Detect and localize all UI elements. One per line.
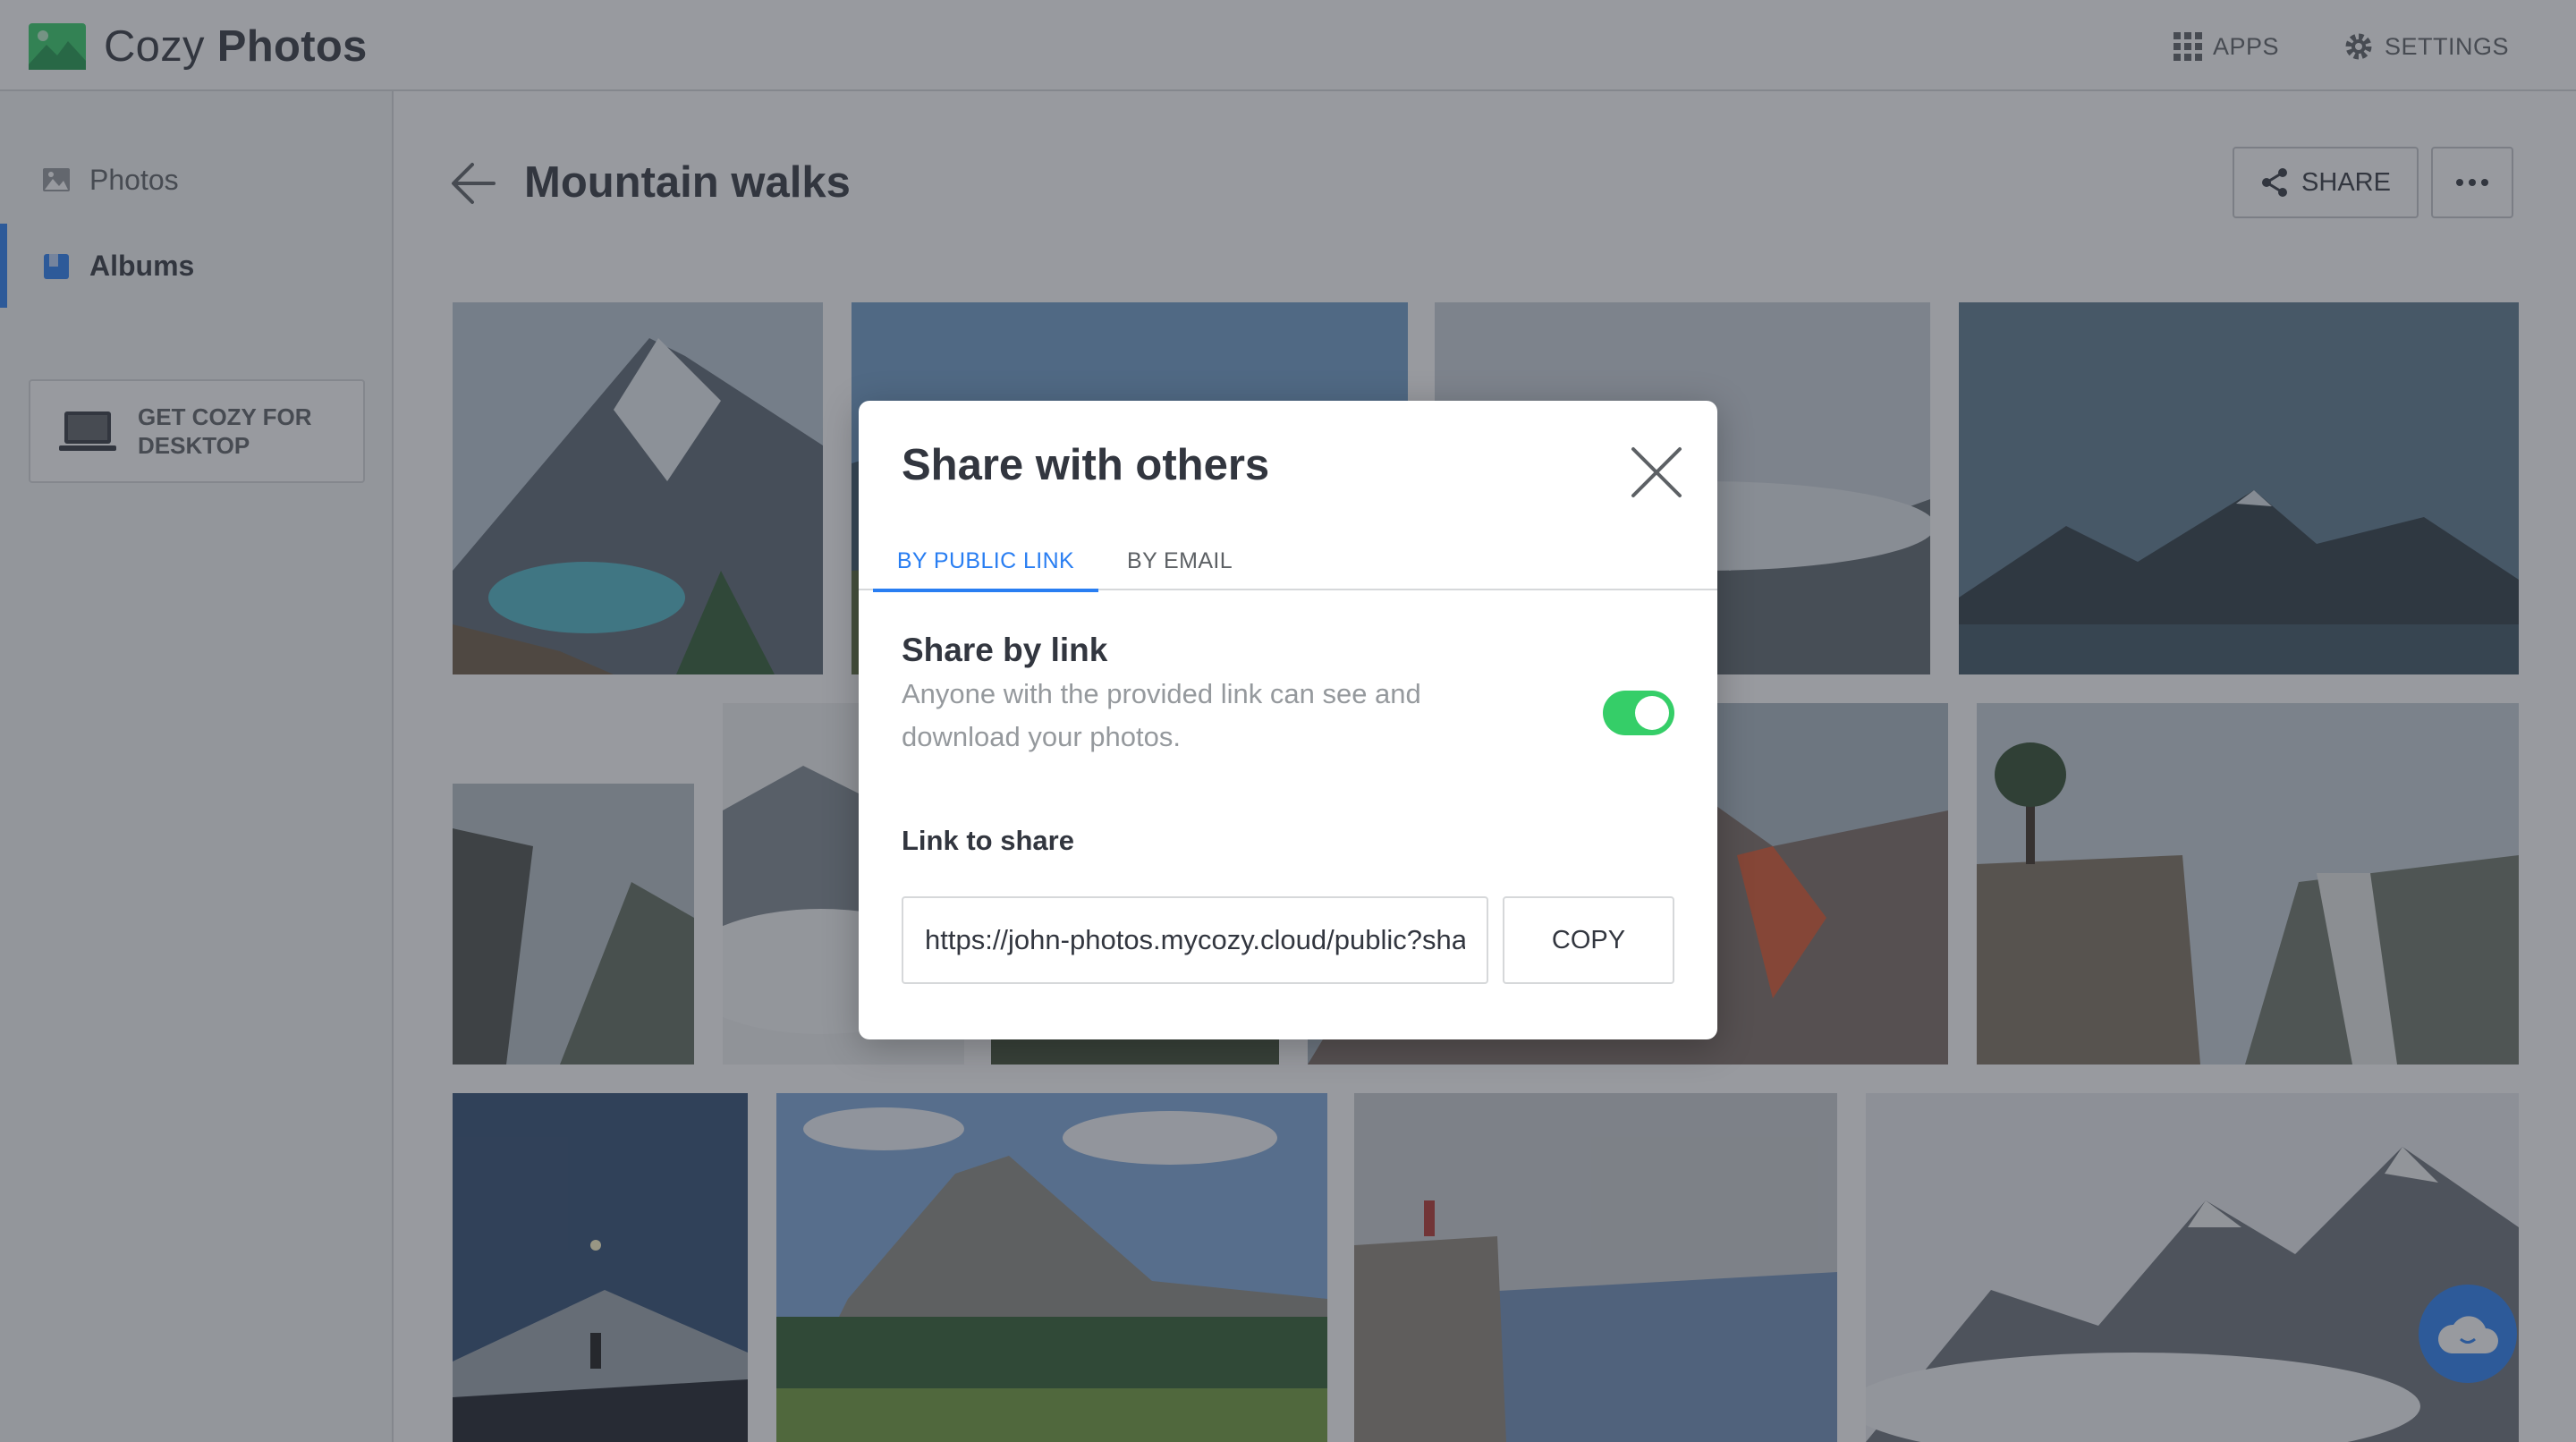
- modal-title: Share with others: [902, 441, 1270, 489]
- share-tabs: BY PUBLIC LINK BY EMAIL: [859, 531, 1717, 592]
- tab-public-link[interactable]: BY PUBLIC LINK: [873, 531, 1098, 592]
- share-link-toggle[interactable]: [1603, 691, 1674, 735]
- share-by-link-description: Anyone with the provided link can see an…: [902, 678, 1421, 752]
- close-icon: [1631, 447, 1682, 497]
- tab-email[interactable]: BY EMAIL: [1127, 531, 1233, 590]
- copy-button[interactable]: COPY: [1503, 896, 1674, 984]
- share-modal: Share with others BY PUBLIC LINK BY EMAI…: [859, 401, 1717, 1039]
- share-by-link-title: Share by link: [902, 632, 1108, 668]
- close-button[interactable]: [1624, 440, 1689, 505]
- share-link-field[interactable]: [902, 896, 1488, 984]
- link-to-share-label: Link to share: [902, 825, 1074, 856]
